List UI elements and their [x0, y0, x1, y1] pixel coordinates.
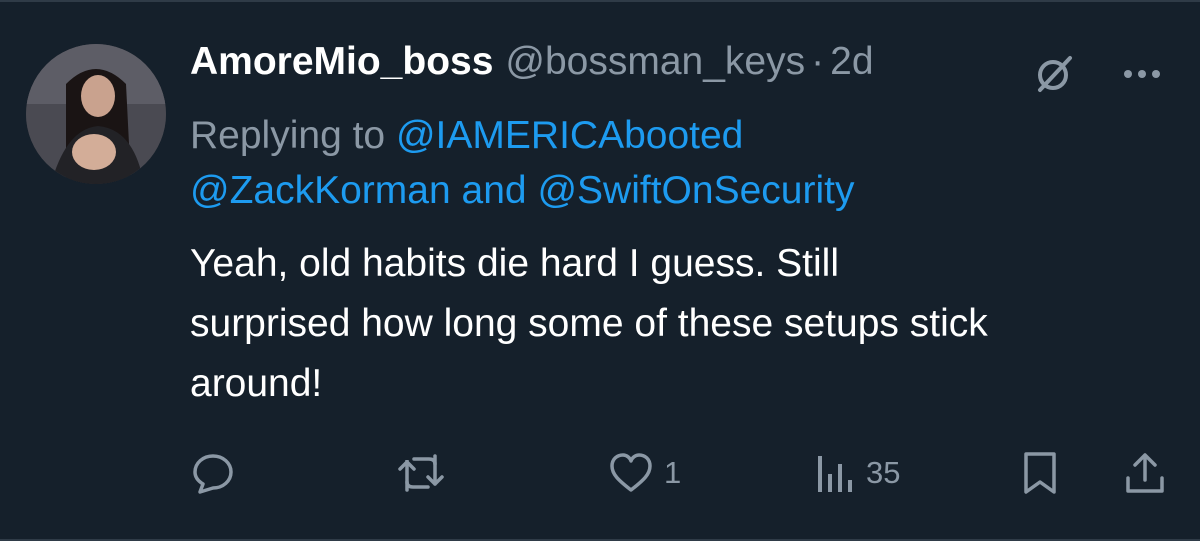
header-icons — [1032, 52, 1162, 96]
grok-slash-circle-icon[interactable] — [1032, 52, 1076, 96]
bar-chart-icon — [818, 456, 852, 492]
tweet-text-line: surprised how long some of these setups … — [190, 302, 988, 345]
tweet-text-line: around! — [190, 362, 323, 405]
mention-link[interactable]: @ZackKorman — [190, 169, 451, 212]
like-button[interactable]: 1 — [608, 450, 681, 496]
bookmark-button[interactable] — [1020, 450, 1060, 496]
timestamp[interactable]: 2d — [830, 40, 873, 84]
action-bar: 1 35 — [190, 450, 1170, 502]
replying-prefix: Replying to — [190, 114, 386, 157]
mention-link[interactable]: @IAMERICAbooted — [396, 114, 743, 157]
replying-to: Replying to @IAMERICAbooted @ZackKorman … — [190, 108, 1180, 218]
user-handle[interactable]: @bossman_keys — [505, 40, 805, 84]
more-dots-icon[interactable] — [1122, 68, 1162, 80]
bookmark-icon — [1024, 452, 1056, 494]
views-count: 35 — [866, 455, 901, 490]
share-button[interactable] — [1122, 450, 1168, 496]
avatar-image — [26, 44, 166, 184]
avatar[interactable] — [26, 44, 166, 184]
replying-and: and — [461, 169, 527, 212]
reply-button[interactable] — [190, 450, 236, 496]
like-count: 1 — [664, 455, 682, 490]
retweet-button[interactable] — [396, 450, 446, 496]
heart-icon — [610, 453, 652, 492]
display-name[interactable]: AmoreMio_boss — [190, 40, 493, 84]
tweet-card[interactable]: AmoreMio_boss @bossman_keys · 2d Replyin… — [0, 0, 1200, 541]
tweet-text-line: Yeah, old habits die hard I guess. Still — [190, 242, 839, 285]
tweet-content: AmoreMio_boss @bossman_keys · 2d Replyin… — [190, 40, 1180, 414]
separator-dot: · — [811, 40, 825, 83]
tweet-text: Yeah, old habits die hard I guess. Still… — [190, 234, 1180, 414]
mention-link[interactable]: @SwiftOnSecurity — [537, 169, 854, 212]
share-icon — [1126, 453, 1164, 493]
retweet-icon — [398, 454, 444, 492]
speech-bubble-icon — [193, 454, 233, 494]
views-button[interactable]: 35 — [814, 450, 900, 496]
